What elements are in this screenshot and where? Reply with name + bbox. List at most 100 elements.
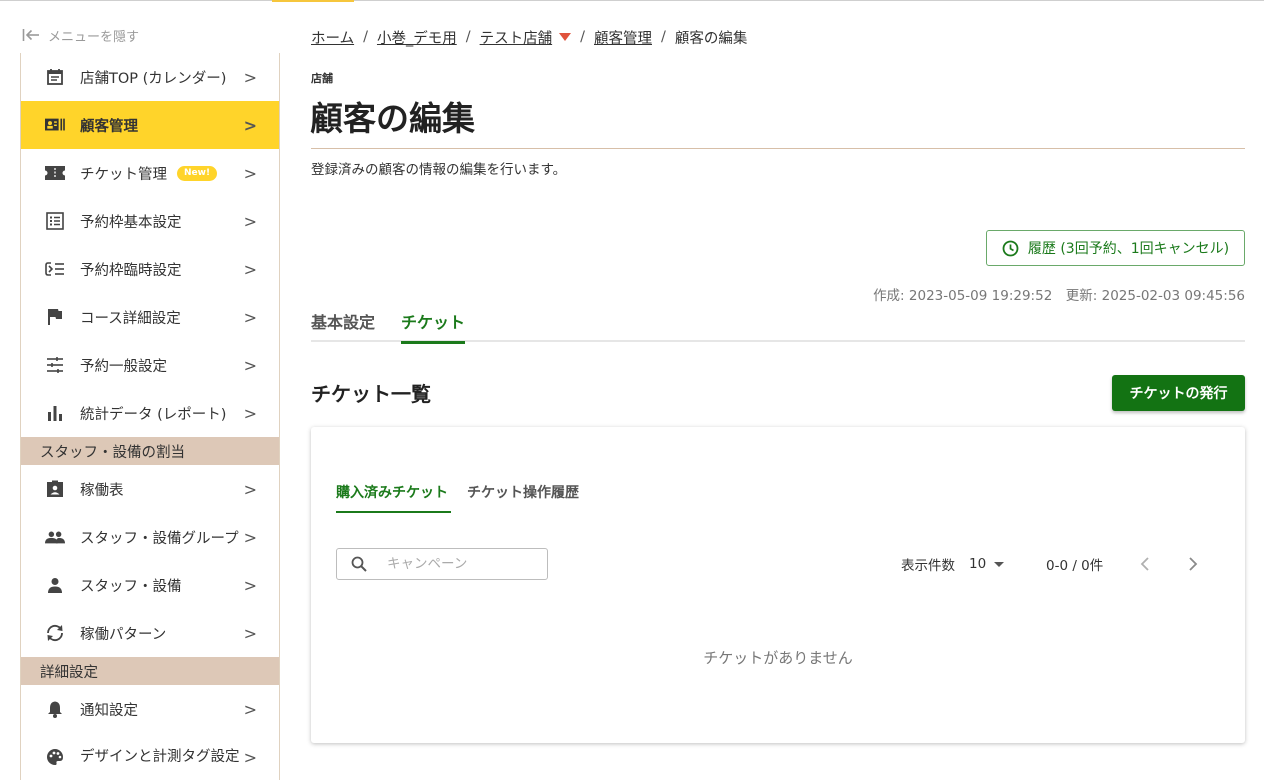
sidebar-item-label: スタッフ・設備グループ xyxy=(80,530,239,547)
history-button-label: 履歴 (3回予約、1回キャンセル) xyxy=(1027,241,1230,257)
collapse-menu-icon xyxy=(22,29,39,41)
ticket-icon xyxy=(45,163,65,183)
sidebar-item-slot-basic[interactable]: 予約枠基本設定 > xyxy=(21,197,279,245)
sidebar-item-label: 予約枠基本設定 xyxy=(80,214,182,231)
people-icon xyxy=(45,527,65,547)
chevron-right-icon: > xyxy=(243,259,257,279)
chevron-right-icon xyxy=(1189,557,1198,571)
assignment-icon xyxy=(45,479,65,499)
sidebar-item-tickets[interactable]: チケット管理 New! > xyxy=(21,149,279,197)
breadcrumb-org[interactable]: 小巻_デモ用 xyxy=(377,27,457,48)
page-description: 登録済みの顧客の情報の編集を行います。 xyxy=(311,162,567,178)
per-page-value: 10 xyxy=(969,556,987,572)
sidebar-item-staff[interactable]: スタッフ・設備 > xyxy=(21,561,279,609)
clock-icon xyxy=(1002,240,1019,256)
sidebar-item-label: スタッフ・設備 xyxy=(80,578,182,595)
issue-ticket-button[interactable]: チケットの発行 xyxy=(1112,375,1245,411)
hide-menu-label: メニューを隠す xyxy=(48,29,140,45)
section-header-staff: スタッフ・設備の割当 xyxy=(21,437,279,465)
sidebar-item-general[interactable]: 予約一般設定 > xyxy=(21,341,279,389)
sidebar-item-label: 予約枠臨時設定 xyxy=(80,262,182,279)
sidebar-item-label: 稼働表 xyxy=(80,482,124,499)
breadcrumb: ホーム / 小巻_デモ用 / テスト店舗 / 顧客管理 / 顧客の編集 xyxy=(311,26,747,48)
chevron-right-icon: > xyxy=(243,479,257,499)
prev-page-button[interactable] xyxy=(1133,553,1157,575)
top-accent xyxy=(272,0,354,2)
bell-icon xyxy=(45,699,65,719)
sliders-icon xyxy=(45,355,65,375)
chevron-right-icon: > xyxy=(243,623,257,643)
sidebar-item-slot-temp[interactable]: 予約枠臨時設定 > xyxy=(21,245,279,293)
hide-menu-button[interactable]: メニューを隠す xyxy=(22,24,139,46)
sidebar-item-schedule[interactable]: 稼働表 > xyxy=(21,465,279,513)
search-box xyxy=(336,548,548,580)
pagination-range: 0-0 / 0件 xyxy=(1046,558,1104,574)
dropdown-arrow-icon xyxy=(994,561,1005,567)
bar-chart-icon xyxy=(45,403,65,423)
chevron-right-icon: > xyxy=(243,307,257,327)
sidebar-item-customers[interactable]: 顧客管理 > xyxy=(21,101,279,149)
flag-icon xyxy=(45,307,65,327)
main-tabs: 基本設定 チケット xyxy=(311,300,1245,344)
ticket-card: 購入済みチケット チケット操作履歴 表示件数 10 0-0 / 0件 チケットが… xyxy=(311,427,1245,743)
per-page-control: 表示件数 10 xyxy=(901,553,1005,575)
chevron-right-icon: > xyxy=(243,355,257,375)
chevron-left-icon xyxy=(1140,557,1149,571)
search-input[interactable] xyxy=(387,556,527,572)
palette-icon xyxy=(45,747,65,767)
breadcrumb-current: 顧客の編集 xyxy=(674,30,748,47)
shop-dropdown-icon[interactable] xyxy=(559,33,572,41)
breadcrumb-shop[interactable]: テスト店舗 xyxy=(480,27,553,48)
breadcrumb-separator: / xyxy=(363,29,368,45)
label-line-2: 計測タグ設定 xyxy=(152,748,240,765)
subtab-history[interactable]: チケット操作履歴 xyxy=(467,471,579,513)
sidebar-item-label: デザインと 計測タグ設定 xyxy=(80,733,240,781)
chevron-right-icon: > xyxy=(243,115,257,135)
sidebar-item-notifications[interactable]: 通知設定 > xyxy=(21,685,279,733)
sidebar-item-label: 稼働パターン xyxy=(80,626,167,643)
sidebar-item-patterns[interactable]: 稼働パターン > xyxy=(21,609,279,657)
search-icon xyxy=(351,556,367,572)
chevron-right-icon: > xyxy=(243,67,257,87)
chevron-right-icon: > xyxy=(243,699,257,719)
sidebar-item-label: チケット管理 xyxy=(80,166,167,183)
sidebar-item-staff-groups[interactable]: スタッフ・設備グループ > xyxy=(21,513,279,561)
tab-ticket[interactable]: チケット xyxy=(401,300,466,344)
subtab-purchased[interactable]: 購入済みチケット xyxy=(336,471,451,513)
temp-list-icon xyxy=(45,259,65,279)
sidebar: メニューを隠す 店舗TOP (カレンダー) > 顧客管理 > チケット管理 Ne… xyxy=(0,0,280,780)
sync-icon xyxy=(45,623,65,643)
sidebar-item-report[interactable]: 統計データ (レポート) > xyxy=(21,389,279,437)
empty-message: チケットがありません xyxy=(703,649,853,667)
per-page-select[interactable]: 10 xyxy=(969,556,1005,572)
calendar-icon xyxy=(45,67,65,87)
section-header-detail: 詳細設定 xyxy=(21,657,279,685)
ticket-list-title: チケット一覧 xyxy=(311,382,431,406)
sidebar-item-shop-top[interactable]: 店舗TOP (カレンダー) > xyxy=(21,53,279,101)
contact-card-icon xyxy=(45,115,65,135)
sidebar-item-label: 統計データ (レポート) xyxy=(80,406,227,423)
sidebar-item-label: 予約一般設定 xyxy=(80,358,167,375)
chevron-right-icon: > xyxy=(243,163,257,183)
page-kicker: 店舗 xyxy=(311,72,333,85)
person-icon xyxy=(45,575,65,595)
sidebar-nav: 店舗TOP (カレンダー) > 顧客管理 > チケット管理 New! > 予約枠… xyxy=(20,53,280,780)
chevron-right-icon: > xyxy=(243,527,257,547)
tab-basic[interactable]: 基本設定 xyxy=(311,300,375,342)
label-line-1: デザインと xyxy=(80,748,153,765)
breadcrumb-separator: / xyxy=(580,29,585,45)
breadcrumb-separator: / xyxy=(661,29,666,45)
sidebar-item-label: コース詳細設定 xyxy=(80,310,181,327)
next-page-button[interactable] xyxy=(1181,553,1205,575)
chevron-right-icon: > xyxy=(243,211,257,231)
sidebar-item-course[interactable]: コース詳細設定 > xyxy=(21,293,279,341)
breadcrumb-home[interactable]: ホーム xyxy=(311,27,354,48)
per-page-label: 表示件数 xyxy=(901,558,955,574)
history-button[interactable]: 履歴 (3回予約、1回キャンセル) xyxy=(986,230,1245,266)
breadcrumb-separator: / xyxy=(465,29,471,45)
sidebar-item-design[interactable]: デザインと 計測タグ設定 > xyxy=(21,733,279,781)
breadcrumb-customers[interactable]: 顧客管理 xyxy=(594,27,652,48)
chevron-right-icon: > xyxy=(243,575,257,595)
new-badge: New! xyxy=(177,165,218,181)
list-icon xyxy=(45,211,65,231)
